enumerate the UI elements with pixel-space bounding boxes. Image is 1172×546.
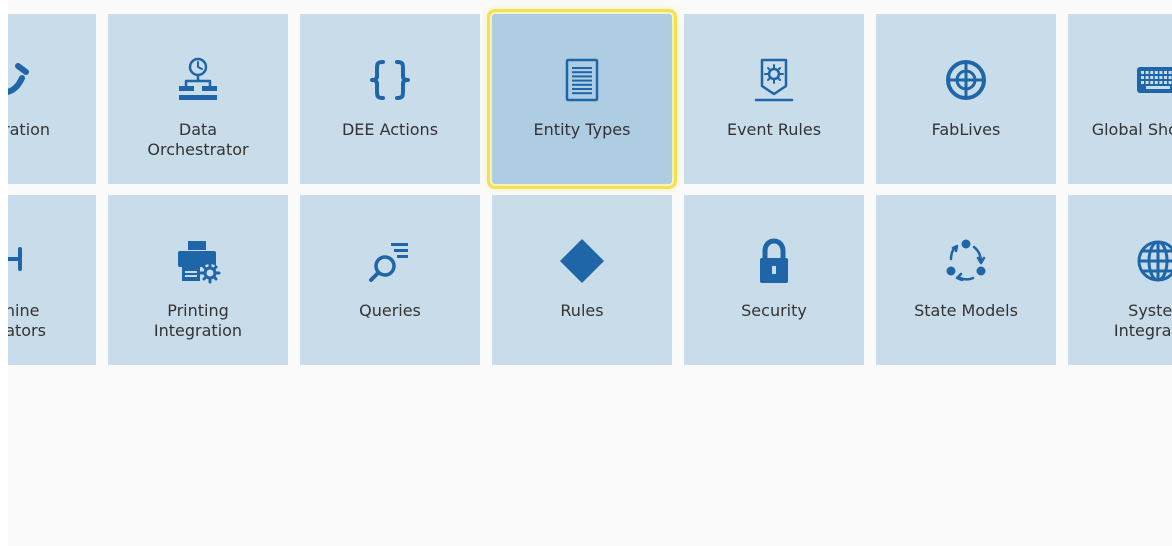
tile-label-line: Integration <box>153 321 243 340</box>
lock-icon <box>684 237 864 285</box>
curly-braces-icon <box>300 56 480 104</box>
tile-label-line: Global Shortcuts <box>1091 120 1172 139</box>
tile-grid: Integration DataOrchestrator DEE Actions En… <box>0 9 1172 365</box>
tile-label: SystemIntegration <box>1072 301 1172 341</box>
tile-printing-integration[interactable]: Printing Integration <box>108 195 288 365</box>
tile-label: Event Rules <box>688 120 860 140</box>
tile-label-line: Integration <box>0 120 51 139</box>
tile-global-shortcuts[interactable]: Global Shortcuts <box>1068 14 1172 184</box>
tile-queries[interactable]: Queries <box>300 195 480 365</box>
tile-label: Printing Integration <box>112 301 284 341</box>
document-list-icon <box>492 56 672 104</box>
tile-label-line: System <box>1128 301 1172 320</box>
tile-label-line: Operators <box>0 321 46 340</box>
tile-label: State Models <box>880 301 1052 321</box>
tile-fablives[interactable]: FabLives <box>876 14 1056 184</box>
globe-icon <box>1068 237 1172 285</box>
tile-label-line: Integration <box>1113 321 1172 340</box>
tile-label-line: Event Rules <box>726 120 822 139</box>
tile-event-rules[interactable]: Event Rules <box>684 14 864 184</box>
tile-label: Security <box>688 301 860 321</box>
tile-label-line: State Models <box>914 301 1018 320</box>
tile-rules[interactable]: Rules <box>492 195 672 365</box>
fablives-icon <box>876 56 1056 104</box>
tile-label: Rules <box>496 301 668 321</box>
integration-icon <box>0 56 96 104</box>
tile-label: DEE Actions <box>304 120 476 140</box>
tile-label: MachineOperators <box>0 301 92 341</box>
tile-entity-types[interactable]: Entity Types <box>487 9 677 189</box>
tile-label: Integration <box>0 120 92 140</box>
tile-label-line: Rules <box>560 301 604 320</box>
tile-label-line: Entity Types <box>533 120 631 139</box>
tile-label: Data Orchestrator <box>112 120 284 160</box>
state-cycle-icon <box>876 237 1056 285</box>
tile-label-line: Data <box>178 120 218 139</box>
tile-machine-operators[interactable]: MachineOperators <box>0 195 96 365</box>
machine-operators-icon <box>0 237 96 285</box>
tile-label-line: Printing <box>167 301 229 320</box>
tile-state-models[interactable]: State Models <box>876 195 1056 365</box>
tile-grid-viewport: Integration DataOrchestrator DEE Actions En… <box>0 0 1172 546</box>
tile-label: FabLives <box>880 120 1052 140</box>
keyboard-icon <box>1068 56 1172 104</box>
tile-system-integration[interactable]: SystemIntegration <box>1068 195 1172 365</box>
tile-data-orchestrator[interactable]: Data Orchestrator <box>108 14 288 184</box>
tile-label-line: Security <box>741 301 807 320</box>
tile-label-line: Machine <box>0 301 40 320</box>
tile-dee-actions[interactable]: DEE Actions <box>300 14 480 184</box>
tile-security[interactable]: Security <box>684 195 864 365</box>
search-list-icon <box>300 237 480 285</box>
tile-label-line: Queries <box>359 301 421 320</box>
data-orchestrator-icon <box>108 56 288 104</box>
tile-label: Entity Types <box>496 120 668 140</box>
tile-label-line: DEE Actions <box>341 120 439 139</box>
tile-label: Queries <box>304 301 476 321</box>
tile-label-line: FabLives <box>931 120 1001 139</box>
diamond-icon <box>492 237 672 285</box>
printer-gear-icon <box>108 237 288 285</box>
left-edge-strip <box>0 0 8 546</box>
tile-label: Global Shortcuts <box>1072 120 1172 140</box>
tile-label-line: Orchestrator <box>147 140 249 159</box>
event-rules-icon <box>684 56 864 104</box>
tile-integration[interactable]: Integration <box>0 14 96 184</box>
